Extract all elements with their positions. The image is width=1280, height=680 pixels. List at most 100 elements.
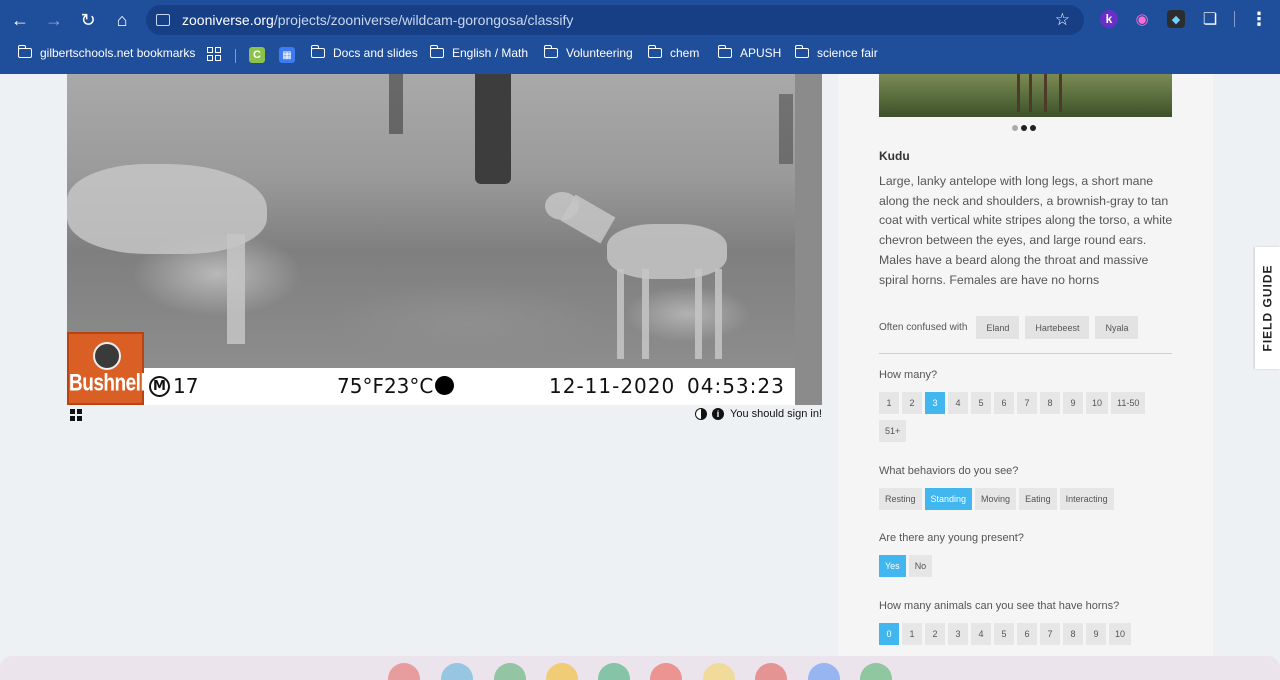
url-text[interactable]: zooniverse.org/projects/zooniverse/wildc… <box>182 12 573 28</box>
count-option[interactable]: 10 <box>1086 392 1109 414</box>
carousel-dot[interactable] <box>1012 125 1018 131</box>
extensions-puzzle-icon[interactable]: ❏ <box>1201 10 1219 28</box>
temperature-readout: 75°F23°C <box>337 374 455 398</box>
horns-option[interactable]: 5 <box>994 623 1014 645</box>
field-guide-tab[interactable]: FIELD GUIDE <box>1255 247 1280 369</box>
behavior-option[interactable]: Interacting <box>1059 488 1114 510</box>
shelf-app-icon[interactable] <box>546 663 578 680</box>
home-icon[interactable]: ⌂ <box>110 8 134 32</box>
count-option[interactable]: 5 <box>971 392 991 414</box>
extension-square-icon[interactable]: ◆ <box>1167 10 1185 28</box>
drive-icon[interactable] <box>598 663 630 680</box>
folder-icon <box>717 45 732 58</box>
question-young: Are there any young present? <box>879 532 1024 544</box>
young-option[interactable]: No <box>908 555 933 577</box>
bushnell-brand-text: Bushnell <box>69 370 146 397</box>
confused-species-chip[interactable]: Nyala <box>1095 316 1139 339</box>
behavior-option-selected[interactable]: Standing <box>924 488 973 510</box>
reload-icon[interactable]: ↻ <box>76 8 100 32</box>
bookmark-folder[interactable]: chem <box>647 45 699 60</box>
shelf-app-icon[interactable] <box>441 663 473 680</box>
camera-number: 17 <box>173 374 199 398</box>
question-behaviors: What behaviors do you see? <box>879 465 1019 477</box>
carousel-dot[interactable] <box>1021 125 1027 131</box>
bookmarks-bar: gilbertschools.net bookmarks C ▦ Docs an… <box>0 40 1280 70</box>
confused-species-chip[interactable]: Hartebeest <box>1025 316 1090 339</box>
horns-option[interactable]: 10 <box>1109 623 1132 645</box>
extension-video-icon[interactable]: ◉ <box>1133 10 1151 28</box>
count-option[interactable]: 4 <box>948 392 968 414</box>
contrast-icon[interactable] <box>695 408 708 420</box>
horns-option[interactable]: 2 <box>925 623 945 645</box>
bookmark-folder[interactable]: Volunteering <box>543 45 633 60</box>
address-bar[interactable]: zooniverse.org/projects/zooniverse/wildc… <box>146 5 1084 35</box>
bookmark-folder[interactable]: Docs and slides <box>310 45 418 60</box>
species-example-photo[interactable] <box>879 74 1172 117</box>
gmail-icon[interactable] <box>650 663 682 680</box>
count-option[interactable]: 11-50 <box>1111 392 1146 414</box>
camera-trap-photo[interactable] <box>67 74 795 368</box>
often-confused-with: Often confused with Eland Hartebeest Nya… <box>879 316 1139 339</box>
behavior-option[interactable]: Eating <box>1019 488 1057 510</box>
divider <box>879 353 1172 354</box>
bookmark-folder[interactable]: APUSH <box>717 45 782 60</box>
horns-option[interactable]: 6 <box>1017 623 1037 645</box>
count-option[interactable]: 6 <box>994 392 1014 414</box>
kudu-leg <box>1044 74 1047 112</box>
count-option[interactable]: 2 <box>902 392 922 414</box>
bookmark-striped-app[interactable]: ▦ <box>279 47 295 63</box>
folder-icon <box>429 45 444 58</box>
confused-label: Often confused with <box>879 322 968 333</box>
shelf-app-icon[interactable] <box>703 663 735 680</box>
bookmark-folder[interactable]: English / Math <box>429 45 528 60</box>
info-icon[interactable]: i <box>712 408 725 420</box>
forward-arrow-icon[interactable]: → <box>42 8 66 32</box>
subject-viewer[interactable]: Bushnell M 17 75°F23°C 12-11-2020 04:53:2… <box>67 74 822 405</box>
shelf-app-icon[interactable] <box>388 663 420 680</box>
bookmark-folder[interactable]: science fair <box>794 45 878 60</box>
back-arrow-icon[interactable]: ← <box>8 8 32 32</box>
horns-option[interactable]: 8 <box>1063 623 1083 645</box>
bookmark-c-app[interactable]: C <box>249 47 265 63</box>
play-store-icon[interactable] <box>860 663 892 680</box>
navigation-row: ← → ↻ ⌂ zooniverse.org/projects/zooniver… <box>0 0 1280 38</box>
browser-menu-icon[interactable]: ⋮ <box>1250 9 1268 29</box>
moon-phase-icon <box>435 376 455 395</box>
count-option[interactable]: 9 <box>1063 392 1083 414</box>
horns-option[interactable]: 9 <box>1086 623 1106 645</box>
horns-option-selected[interactable]: 0 <box>879 623 899 645</box>
horns-option[interactable]: 1 <box>902 623 922 645</box>
bookmark-label: science fair <box>817 46 878 60</box>
field-guide-label: FIELD GUIDE <box>1260 264 1275 352</box>
count-option-selected[interactable]: 3 <box>925 392 945 414</box>
sign-in-text[interactable]: You should sign in! <box>730 408 822 420</box>
bookmark-star-icon[interactable]: ☆ <box>1055 10 1070 30</box>
confused-species-chip[interactable]: Eland <box>976 316 1020 339</box>
carousel-dot[interactable] <box>1030 125 1036 131</box>
bushnell-emblem-icon <box>93 342 121 370</box>
moon-phase-m-icon: M <box>149 375 170 397</box>
young-option-selected[interactable]: Yes <box>879 555 906 577</box>
bushnell-logo: Bushnell <box>67 332 146 405</box>
count-option[interactable]: 51+ <box>879 420 907 442</box>
count-option[interactable]: 1 <box>879 392 899 414</box>
count-option[interactable]: 7 <box>1017 392 1037 414</box>
bookmark-folder[interactable]: gilbertschools.net bookmarks <box>17 45 195 60</box>
behavior-option[interactable]: Resting <box>879 488 922 510</box>
folder-icon <box>647 45 662 58</box>
bookmark-label: APUSH <box>740 46 782 60</box>
carousel-dots <box>1012 125 1036 131</box>
docs-icon[interactable] <box>808 663 840 680</box>
site-info-icon[interactable] <box>156 14 170 26</box>
frame-grid-icon[interactable] <box>70 409 82 421</box>
horns-option[interactable]: 3 <box>948 623 968 645</box>
apps-button[interactable] <box>207 47 221 61</box>
horns-option[interactable]: 4 <box>971 623 991 645</box>
chrome-icon[interactable] <box>755 663 787 680</box>
folder-icon <box>794 45 809 58</box>
extension-k-icon[interactable]: k <box>1100 10 1118 28</box>
count-option[interactable]: 8 <box>1040 392 1060 414</box>
behavior-option[interactable]: Moving <box>975 488 1017 510</box>
shelf-app-icon[interactable] <box>494 663 526 680</box>
horns-option[interactable]: 7 <box>1040 623 1060 645</box>
